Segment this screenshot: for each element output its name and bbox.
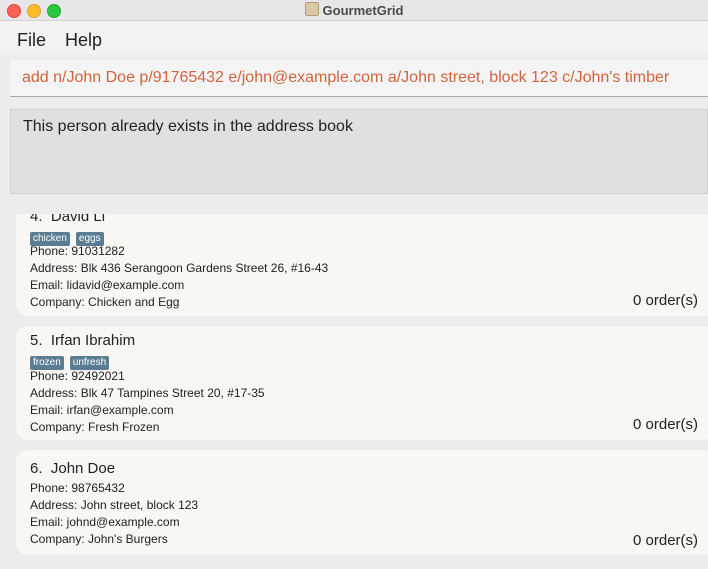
command-input[interactable]: add n/John Doe p/91765432 e/john@example…	[22, 69, 669, 87]
menu-bar: File Help	[0, 21, 708, 55]
person-phone: Phone: 91031282	[30, 244, 125, 258]
tag-list: chicken eggs	[30, 228, 110, 246]
result-display: This person already exists in the addres…	[10, 109, 708, 194]
order-count: 0 order(s)	[633, 532, 699, 549]
person-company: Company: Fresh Frozen	[30, 420, 160, 434]
person-email: Email: johnd@example.com	[30, 515, 180, 529]
window-title-text: GourmetGrid	[322, 3, 404, 18]
title-bar: GourmetGrid	[0, 0, 708, 21]
person-address: Address: John street, block 123	[30, 498, 199, 512]
tag: frozen	[30, 356, 64, 370]
person-phone: Phone: 92492021	[30, 369, 125, 383]
person-name: 4. David Li	[30, 214, 106, 225]
person-company: Company: Chicken and Egg	[30, 295, 180, 309]
person-company: Company: John's Burgers	[30, 532, 168, 546]
person-email: Email: lidavid@example.com	[30, 278, 185, 292]
menu-help[interactable]: Help	[65, 30, 102, 51]
result-message: This person already exists in the addres…	[23, 118, 353, 135]
person-phone: Phone: 98765432	[30, 481, 125, 495]
person-address: Address: Blk 47 Tampines Street 20, #17-…	[30, 386, 265, 400]
person-list[interactable]: 4. David Li chicken eggs Phone: 91031282 …	[0, 214, 708, 569]
window-title: GourmetGrid	[0, 2, 708, 18]
app-icon	[304, 2, 319, 16]
person-name: 5. Irfan Ibrahim	[30, 332, 136, 349]
person-name: 6. John Doe	[30, 460, 116, 477]
person-card[interactable]: 5. Irfan Ibrahim frozen unfresh Phone: 92…	[16, 326, 708, 440]
person-email: Email: irfan@example.com	[30, 403, 174, 417]
person-card[interactable]: 6. John Doe Phone: 98765432 Address: Joh…	[16, 450, 708, 555]
person-card[interactable]: 4. David Li chicken eggs Phone: 91031282 …	[16, 214, 708, 316]
person-address: Address: Blk 436 Serangoon Gardens Stree…	[30, 261, 329, 275]
tag: unfresh	[69, 356, 110, 370]
command-box[interactable]: add n/John Doe p/91765432 e/john@example…	[10, 60, 708, 97]
order-count: 0 order(s)	[633, 416, 699, 433]
menu-file[interactable]: File	[17, 30, 46, 51]
order-count: 0 order(s)	[633, 292, 699, 309]
tag-list: frozen unfresh	[30, 352, 115, 370]
